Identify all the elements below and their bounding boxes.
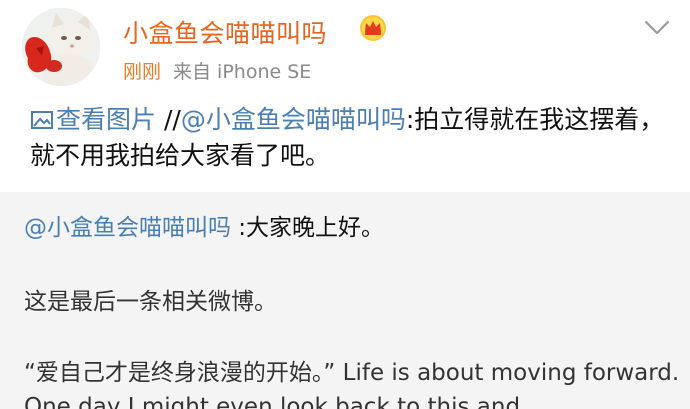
- image-icon: [31, 111, 53, 129]
- quoted-second-line: 这是最后一条相关微博。: [24, 289, 277, 315]
- username[interactable]: 小盒鱼会喵喵叫吗: [123, 14, 327, 50]
- quoted-mention-link[interactable]: @小盒鱼会喵喵叫吗: [24, 215, 231, 241]
- repost-text: 查看图片 //@小盒鱼会喵喵叫吗:拍立得就在我这摆着，就不用我拍给大家看了吧。: [30, 102, 670, 174]
- post-header: 小盒鱼会喵喵叫吗 刚刚 来自 iPhone SE: [0, 0, 690, 96]
- chevron-down-icon[interactable]: [643, 18, 671, 38]
- quoted-third-line: “爱自己才是终身浪漫的开始。” Life is about moving for…: [24, 360, 680, 409]
- weibo-post: 小盒鱼会喵喵叫吗 刚刚 来自 iPhone SE 查看图片 //@小盒鱼会喵喵叫吗…: [0, 0, 690, 409]
- view-picture-label: 查看图片: [56, 105, 157, 134]
- view-picture-link[interactable]: 查看图片: [30, 105, 156, 134]
- cat-avatar-image: [22, 8, 100, 86]
- avatar[interactable]: [22, 8, 100, 86]
- post-source: 来自 iPhone SE: [173, 61, 312, 83]
- quoted-first-line: @小盒鱼会喵喵叫吗 :大家晚上好。: [24, 208, 384, 242]
- quoted-original-post[interactable]: @小盒鱼会喵喵叫吗 :大家晚上好。 这是最后一条相关微博。 “爱自己才是终身浪漫…: [0, 192, 690, 409]
- repost-mention-link[interactable]: @小盒鱼会喵喵叫吗: [181, 105, 406, 134]
- post-meta: 刚刚 来自 iPhone SE: [123, 57, 311, 84]
- quoted-greeting: :大家晚上好。: [231, 215, 385, 241]
- post-timestamp: 刚刚: [123, 61, 162, 83]
- crown-icon: [360, 15, 386, 41]
- repost-separator: //: [163, 105, 181, 134]
